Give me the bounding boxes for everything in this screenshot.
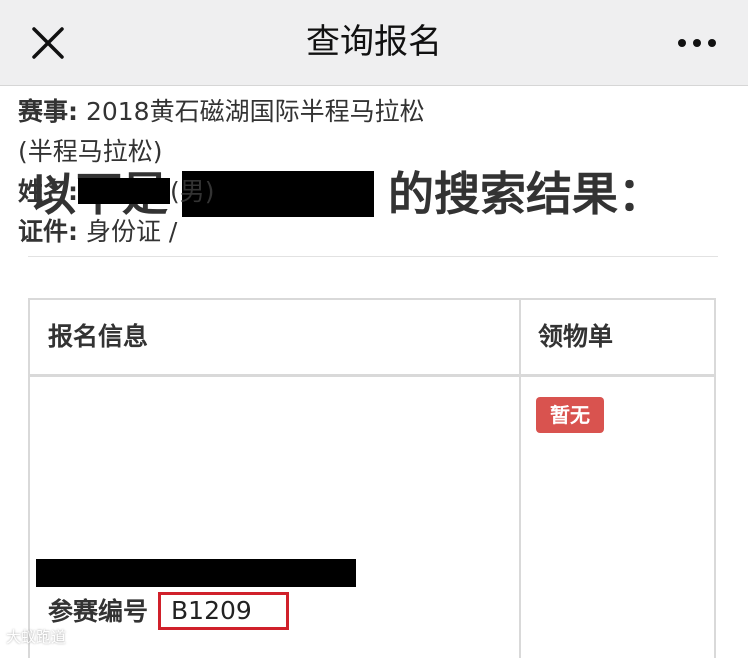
event-line: 赛事: 2018黄石磁湖国际半程马拉松 xyxy=(18,92,478,132)
redacted-id-number xyxy=(36,559,356,587)
id-label: 证件: xyxy=(18,217,78,246)
redacted-name xyxy=(78,178,170,204)
event-category: (半程马拉松) xyxy=(18,137,163,166)
gender-value: (男) xyxy=(170,177,215,206)
bib-number-highlight: B1209 xyxy=(158,592,289,630)
watermark: 大蚁跑道 xyxy=(6,628,67,646)
id-type-value: 身份证 / xyxy=(85,217,178,246)
event-value: 2018黄石磁湖国际半程马拉松 xyxy=(85,97,425,126)
divider xyxy=(28,256,718,257)
name-label: 姓名: xyxy=(18,177,78,206)
column-header-registration-info: 报名信息 xyxy=(48,322,149,351)
nav-bar: 查询报名 xyxy=(0,0,748,86)
more-dots-icon[interactable] xyxy=(672,28,722,58)
header-row-divider xyxy=(30,374,714,377)
page-title: 查询报名 xyxy=(306,22,442,62)
bib-number-line: 参赛编号 B1209 xyxy=(48,592,289,632)
status-badge: 暂无 xyxy=(536,397,604,433)
name-line: 姓名: (男) xyxy=(18,172,478,212)
event-line-2: (半程马拉松) xyxy=(18,132,478,172)
column-header-pickup-slip: 领物单 xyxy=(538,322,614,351)
bib-label: 参赛编号 xyxy=(48,597,149,626)
event-label: 赛事: xyxy=(18,97,78,126)
registration-info-cell: 赛事: 2018黄石磁湖国际半程马拉松 (半程马拉松) 姓名: (男) 证件: 身… xyxy=(18,92,478,252)
column-divider xyxy=(519,300,521,658)
close-icon[interactable] xyxy=(28,23,68,63)
id-line: 证件: 身份证 / xyxy=(18,212,478,252)
